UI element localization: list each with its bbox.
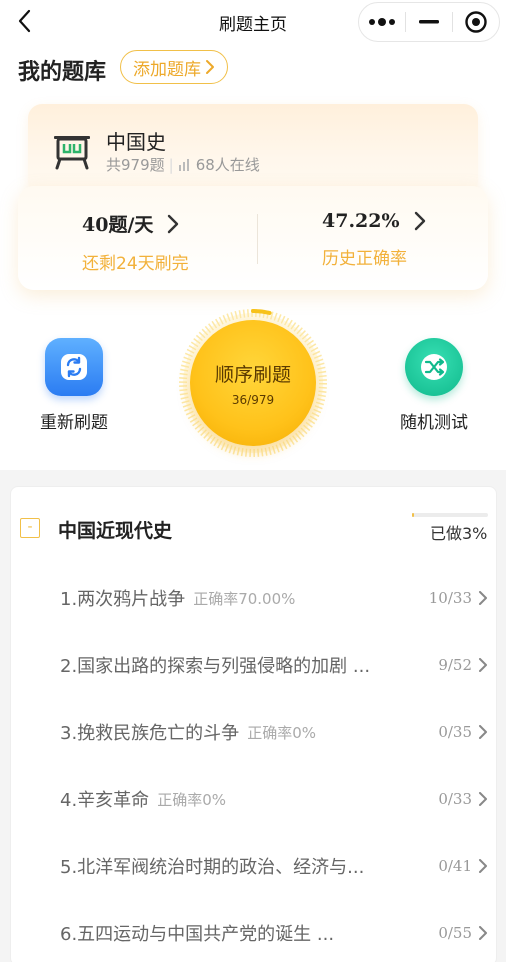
stats-divider [257,214,258,264]
sequential-practice-core: 顺序刷题 36/979 [190,320,316,446]
restart-button[interactable]: 重新刷题 [29,338,119,433]
random-test-label: 随机测试 [400,413,468,433]
accuracy-label: 历史正确率 [322,249,407,269]
chapter-count: 0/41 [438,857,472,875]
section-title[interactable]: 中国近现代史 [58,516,172,543]
chevron-right-icon [479,859,487,873]
chapter-count: 0/33 [438,790,472,808]
minimize-icon [419,20,439,24]
more-icon [369,18,395,26]
accuracy-value-row: 47.22% [322,210,506,232]
refresh-icon [45,338,103,396]
chevron-right-icon [414,211,425,231]
chapter-title: 6.五四运动与中国共产党的诞生 ... [60,924,335,945]
target-icon [465,11,487,33]
chevron-right-icon [479,591,487,605]
my-library-title: 我的题库 [18,60,107,85]
chapter-row[interactable]: 1.两次鸦片战争 正确率70.00% 10/33 [60,583,490,613]
close-button[interactable] [453,3,499,41]
chapter-count: 9/52 [438,656,472,674]
random-test-button[interactable]: 随机测试 [389,338,479,433]
subject-total: 共979题 [106,156,165,174]
sequential-progress: 36/979 [231,393,275,407]
daily-value-row: 40题/天 [82,210,282,237]
chapter-accuracy: 正确率70.00% [193,589,296,608]
chapter-title: 2.国家出路的探索与列强侵略的加剧 ... [60,656,371,677]
chapter-row[interactable]: 3.挽救民族危亡的斗争 正确率0% 0/35 [60,717,490,747]
chevron-right-icon [479,792,487,806]
meta-divider: | [168,155,174,174]
chapter-count: 10/33 [428,589,472,607]
chapter-row[interactable]: 4.辛亥革命 正确率0% 0/33 [60,784,490,814]
daily-label: 还剩24天刷完 [82,254,189,274]
chapter-accuracy: 正确率0% [247,723,316,742]
subject-meta: 共979题 | 68人在线 [106,154,260,175]
daily-value: 40题/天 [82,214,154,236]
section-done-label: 已做3% [430,524,488,543]
sequential-practice-button[interactable]: 顺序刷题 36/979 [176,306,330,460]
chapter-title: 5.北洋军阀统治时期的政治、经济与... [60,857,365,878]
chevron-right-icon [168,214,179,233]
chevron-right-icon [206,60,214,74]
nav-bar: 刷题主页 [0,0,506,44]
subject-card-header [28,104,478,196]
subject-icon [50,128,94,172]
chevron-right-icon [479,725,487,739]
chapter-title: 3.挽救民族危亡的斗争 [60,723,240,744]
add-library-button[interactable]: 添加题库 [120,50,228,84]
shuffle-icon [405,338,463,396]
chapter-title: 4.辛亥革命 [60,790,150,811]
accuracy-stat[interactable]: 47.22% 历史正确率 [322,210,506,269]
minimize-button[interactable] [406,3,452,41]
signal-icon [178,158,189,171]
accuracy-value: 47.22% [322,210,400,232]
chapter-row[interactable]: 2.国家出路的探索与列强侵略的加剧 ... 9/52 [60,650,490,680]
more-button[interactable] [359,3,405,41]
chapter-row[interactable]: 6.五四运动与中国共产党的诞生 ... 0/55 [60,918,490,948]
mini-program-capsule [358,2,500,42]
add-library-label: 添加题库 [133,59,201,80]
chevron-right-icon [479,926,487,940]
sequential-title: 顺序刷题 [214,364,291,386]
section-progress-bar [412,513,488,517]
subject-name: 中国史 [106,130,166,154]
chapter-row[interactable]: 5.北洋军阀统治时期的政治、经济与... 0/41 [60,851,490,881]
chapter-accuracy: 正确率0% [157,790,226,809]
chevron-right-icon [479,658,487,672]
section-progress-fill [412,513,415,517]
collapse-toggle[interactable]: - [20,518,40,538]
restart-label: 重新刷题 [40,413,108,433]
chapter-count: 0/55 [438,924,472,942]
online-count: 68人在线 [195,156,260,174]
chapter-title: 1.两次鸦片战争 [60,589,186,610]
daily-stat[interactable]: 40题/天 还剩24天刷完 [82,210,282,274]
chapter-count: 0/35 [438,723,472,741]
